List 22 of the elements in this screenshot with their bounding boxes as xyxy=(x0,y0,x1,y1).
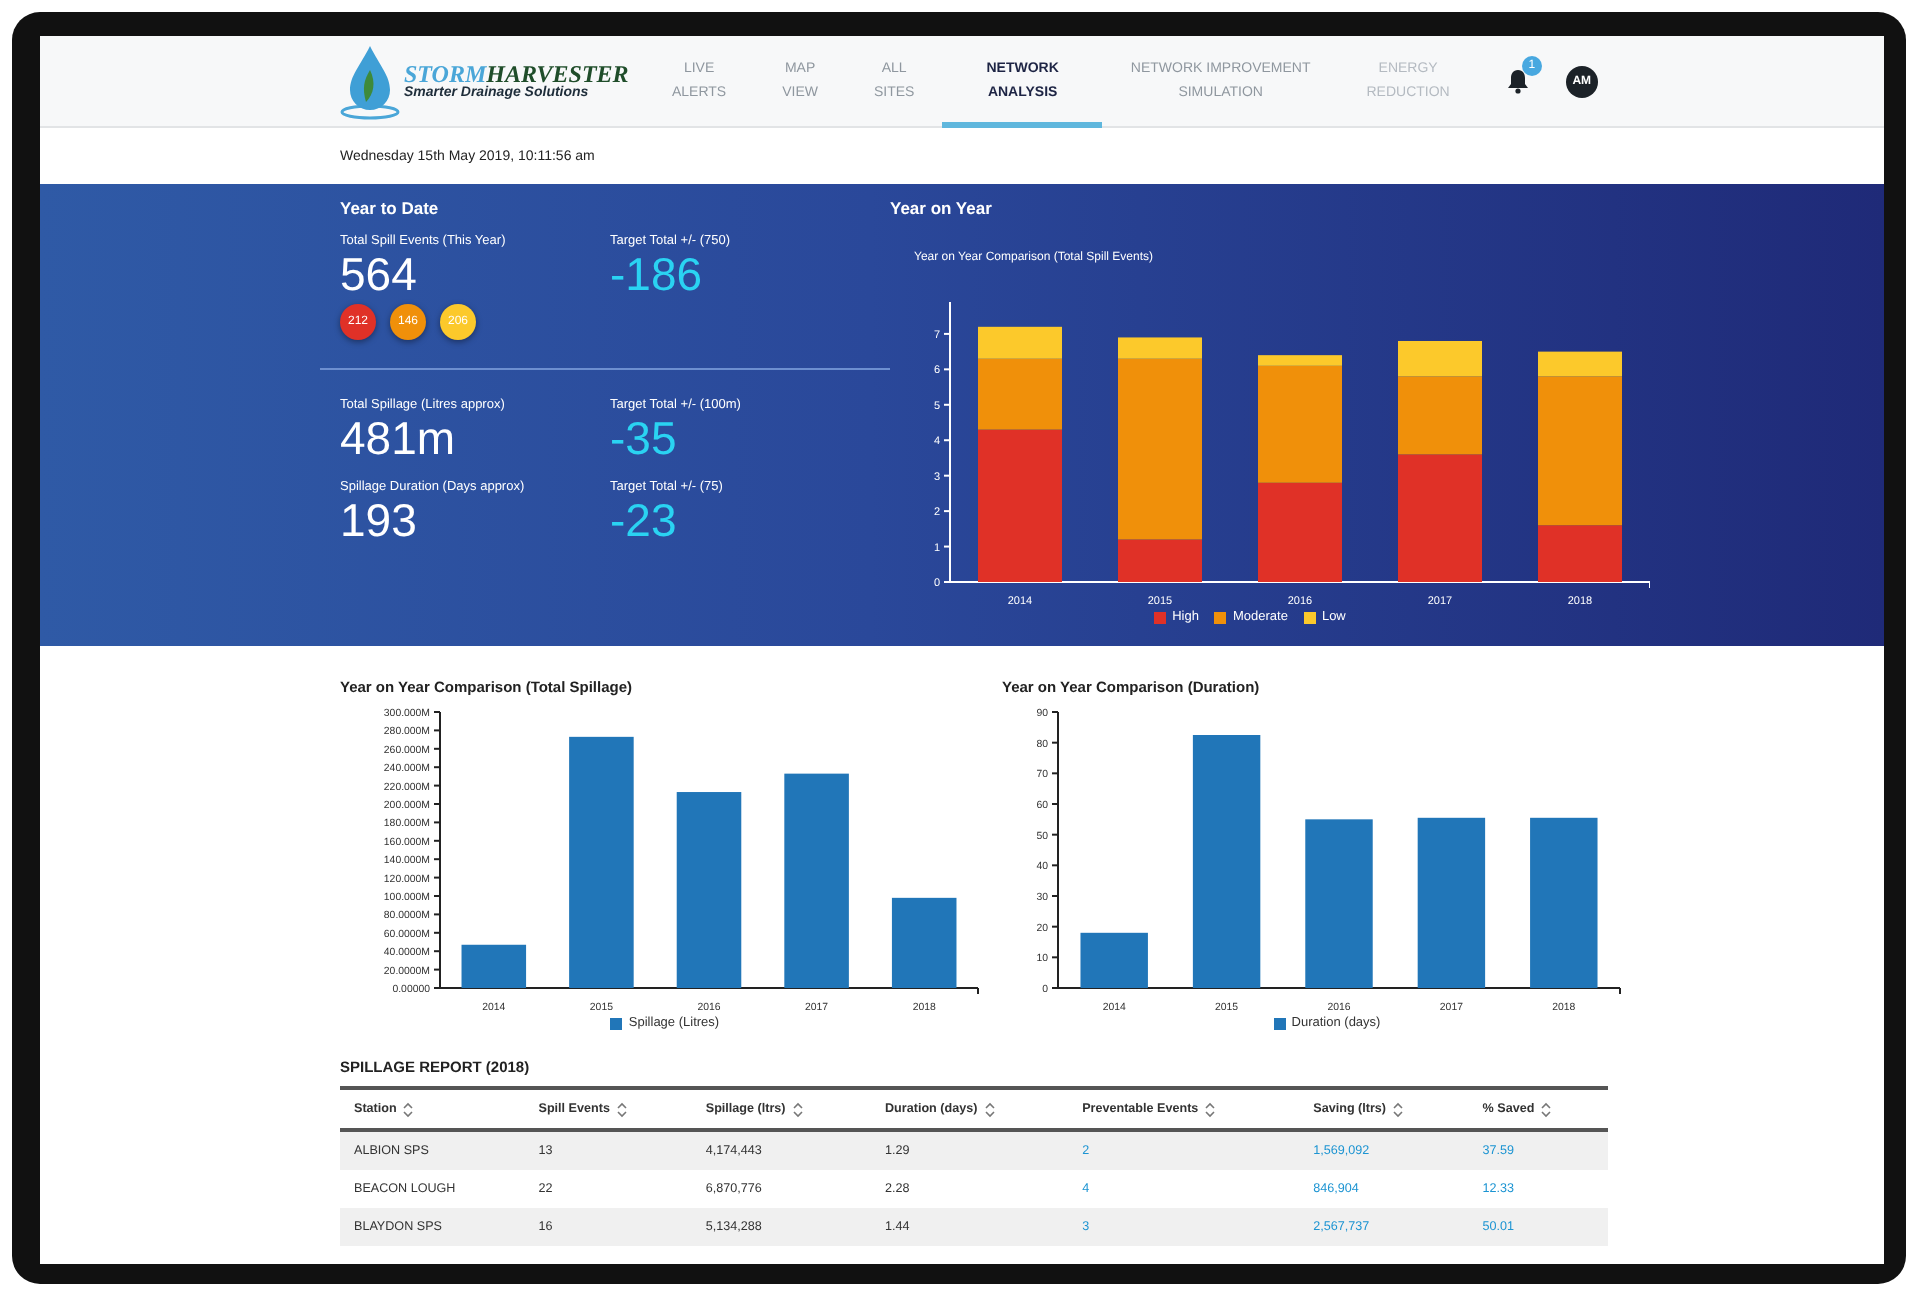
sort-icon[interactable] xyxy=(1392,1101,1405,1117)
logo-wordmark: STORMHARVESTER xyxy=(404,62,629,86)
sort-icon[interactable] xyxy=(1540,1101,1553,1117)
bar xyxy=(1080,932,1148,988)
bell-icon[interactable] xyxy=(1505,67,1530,93)
logo-icon xyxy=(340,41,400,121)
target-value: -186 xyxy=(610,248,705,300)
sort-icon[interactable] xyxy=(983,1101,996,1117)
bar xyxy=(1258,482,1342,582)
sort-icon[interactable] xyxy=(402,1101,415,1117)
target-value: -35 xyxy=(610,412,679,464)
stat-value: 193 xyxy=(340,494,419,546)
stat-value: 564 xyxy=(340,248,419,300)
sort-icon[interactable] xyxy=(615,1101,628,1117)
stat-value: 481m xyxy=(340,412,458,464)
target-value: -23 xyxy=(610,494,679,546)
bar xyxy=(891,897,957,988)
sort-icon[interactable] xyxy=(1204,1101,1217,1117)
section-heading: Year on Year xyxy=(890,198,994,218)
bar xyxy=(461,944,527,988)
section-heading: Year to Date xyxy=(340,198,441,218)
sort-icon[interactable] xyxy=(791,1101,804,1117)
